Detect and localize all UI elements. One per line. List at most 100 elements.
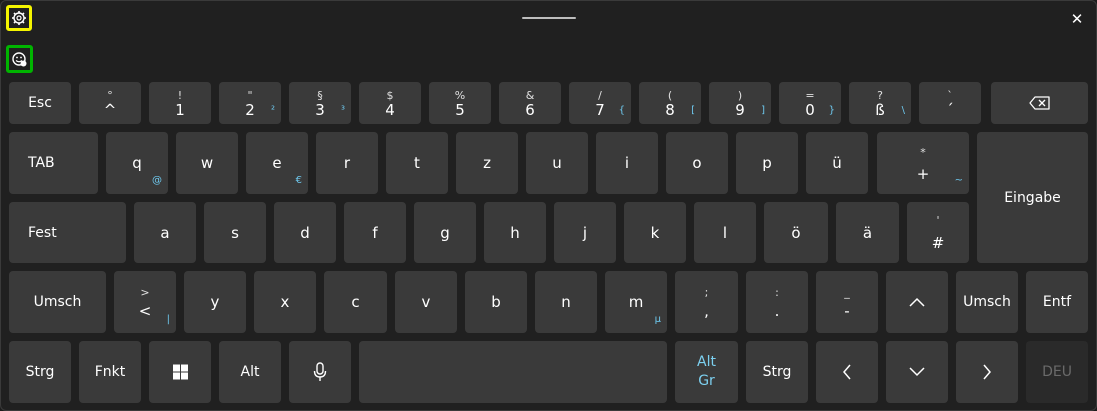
key-1[interactable]: ! 1 bbox=[149, 82, 211, 124]
emoji-icon bbox=[12, 51, 27, 66]
key-l[interactable]: l bbox=[694, 202, 756, 263]
key-plus[interactable]: * + ~ bbox=[877, 132, 969, 194]
key-x[interactable]: x bbox=[254, 271, 316, 333]
key-delete[interactable]: Entf bbox=[1026, 271, 1088, 333]
key-z[interactable]: z bbox=[456, 132, 518, 194]
key-oe[interactable]: ö bbox=[764, 202, 828, 263]
key-label: h bbox=[510, 223, 520, 242]
key-o[interactable]: o bbox=[666, 132, 728, 194]
key-altgr-label: @ bbox=[152, 175, 162, 186]
key-backspace[interactable] bbox=[991, 82, 1088, 124]
key-label: a bbox=[160, 223, 170, 242]
key-h[interactable]: h bbox=[484, 202, 546, 263]
key-label: q bbox=[132, 154, 142, 172]
key-label: l bbox=[722, 223, 728, 242]
key-right-ctrl[interactable]: Strg bbox=[746, 341, 808, 403]
key-8[interactable]: ( 8 [ bbox=[639, 82, 701, 124]
key-9[interactable]: ) 9 ] bbox=[709, 82, 771, 124]
key-w[interactable]: w bbox=[176, 132, 238, 194]
key-r[interactable]: r bbox=[316, 132, 378, 194]
key-label: Esc bbox=[28, 95, 52, 111]
key-label: o bbox=[692, 154, 702, 172]
key-0[interactable]: = 0 } bbox=[779, 82, 841, 124]
key-4[interactable]: $ 4 bbox=[359, 82, 421, 124]
key-6[interactable]: & 6 bbox=[499, 82, 561, 124]
key-ue[interactable]: ü bbox=[806, 132, 868, 194]
key-altgr-label: ³ bbox=[340, 105, 345, 116]
key-c[interactable]: c bbox=[324, 271, 387, 333]
key-p[interactable]: p bbox=[736, 132, 798, 194]
key-esc[interactable]: Esc bbox=[9, 82, 71, 124]
key-label: 1 bbox=[175, 101, 185, 119]
key-v[interactable]: v bbox=[395, 271, 457, 333]
key-tab[interactable]: TAB bbox=[9, 132, 98, 194]
key-arrow-left[interactable] bbox=[816, 341, 878, 403]
key-a[interactable]: a bbox=[134, 202, 196, 263]
backspace-icon bbox=[1028, 96, 1050, 110]
key-label: ´ bbox=[946, 101, 954, 119]
key-microphone[interactable] bbox=[289, 341, 351, 403]
key-7[interactable]: / 7 { bbox=[569, 82, 631, 124]
key-shift-label: * bbox=[920, 146, 926, 159]
key-label: Strg bbox=[25, 364, 55, 380]
key-label: Fest bbox=[28, 224, 57, 241]
chevron-left-icon bbox=[843, 364, 851, 380]
close-button[interactable]: ✕ bbox=[1066, 8, 1088, 30]
key-i[interactable]: i bbox=[596, 132, 658, 194]
key-comma[interactable]: ; , bbox=[675, 271, 738, 333]
key-period[interactable]: : . bbox=[746, 271, 808, 333]
key-b[interactable]: b bbox=[465, 271, 527, 333]
key-arrow-right[interactable] bbox=[956, 341, 1018, 403]
key-d[interactable]: d bbox=[274, 202, 336, 263]
key-g[interactable]: g bbox=[414, 202, 476, 263]
key-2[interactable]: " 2 ² bbox=[219, 82, 281, 124]
drag-handle[interactable] bbox=[522, 17, 576, 19]
key-m[interactable]: m µ bbox=[605, 271, 667, 333]
key-label: Eingabe bbox=[1004, 189, 1061, 206]
key-s[interactable]: s bbox=[204, 202, 266, 263]
key-eszett[interactable]: ? ß \ bbox=[849, 82, 911, 124]
key-f[interactable]: f bbox=[344, 202, 406, 263]
key-less-than[interactable]: > < | bbox=[114, 271, 176, 333]
key-enter[interactable]: Eingabe bbox=[977, 132, 1088, 263]
key-fn[interactable]: Fnkt bbox=[79, 341, 141, 403]
key-e[interactable]: e € bbox=[246, 132, 308, 194]
key-t[interactable]: t bbox=[386, 132, 448, 194]
key-minus[interactable]: _ - bbox=[816, 271, 878, 333]
key-label: d bbox=[300, 223, 310, 242]
key-q[interactable]: q @ bbox=[106, 132, 168, 194]
key-windows[interactable] bbox=[149, 341, 211, 403]
key-right-shift[interactable]: Umsch bbox=[956, 271, 1018, 333]
key-ae[interactable]: ä bbox=[836, 202, 899, 263]
settings-button[interactable] bbox=[6, 5, 32, 31]
key-y[interactable]: y bbox=[184, 271, 246, 333]
key-language[interactable]: DEU bbox=[1026, 341, 1088, 403]
key-alt[interactable]: Alt bbox=[219, 341, 281, 403]
key-5[interactable]: % 5 bbox=[429, 82, 491, 124]
key-left-ctrl[interactable]: Strg bbox=[9, 341, 71, 403]
key-circumflex[interactable]: ° ^ bbox=[79, 82, 141, 124]
emoji-button[interactable] bbox=[6, 45, 33, 73]
key-capslock[interactable]: Fest bbox=[9, 202, 126, 263]
key-j[interactable]: j bbox=[554, 202, 616, 263]
key-space[interactable] bbox=[359, 341, 667, 403]
key-label: b bbox=[491, 293, 501, 311]
key-label: u bbox=[552, 154, 562, 172]
key-hash[interactable]: ' # bbox=[907, 202, 969, 263]
chevron-up-icon bbox=[909, 297, 925, 307]
key-label: ü bbox=[832, 154, 842, 172]
key-3[interactable]: § 3 ³ bbox=[289, 82, 351, 124]
key-arrow-down[interactable] bbox=[886, 341, 948, 403]
key-label: Umsch bbox=[33, 294, 82, 310]
key-altgr-label: ² bbox=[270, 105, 275, 116]
key-k[interactable]: k bbox=[624, 202, 686, 263]
key-left-shift[interactable]: Umsch bbox=[9, 271, 106, 333]
key-arrow-up[interactable] bbox=[886, 271, 948, 333]
key-altgr[interactable]: Alt Gr bbox=[675, 341, 738, 403]
key-altgr-label: ~ bbox=[954, 175, 963, 186]
key-acute[interactable]: ` ´ bbox=[919, 82, 981, 124]
key-u[interactable]: u bbox=[526, 132, 588, 194]
key-altgr-label: ] bbox=[761, 105, 765, 116]
key-n[interactable]: n bbox=[535, 271, 597, 333]
chevron-down-icon bbox=[909, 367, 925, 377]
